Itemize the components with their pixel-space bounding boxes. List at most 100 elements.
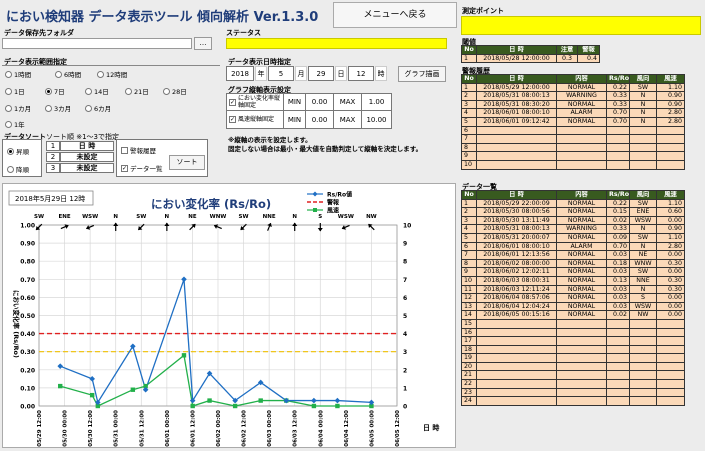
table-cell: 2018/05/31 08:30:20 — [476, 99, 557, 110]
browse-button[interactable]: … — [194, 37, 212, 50]
table-row[interactable]: 5 2018/05/31 20:00:07 NORMAL 0.09 SW 1.10 — [461, 232, 685, 243]
table-cell — [556, 318, 607, 329]
table-row[interactable]: 1 2018/05/29 12:00:00 NORMAL 0.22 SW 1.10 — [461, 82, 685, 93]
table-cell: 24 — [461, 396, 477, 406]
range-option-11[interactable]: 1年 — [5, 119, 25, 129]
table-row[interactable]: 3 2018/05/30 13:11:49 NORMAL 0.02 WSW 0.00 — [461, 215, 685, 226]
table-row[interactable]: 9 2018/06/02 12:02:11 NORMAL 0.03 SW 0.00 — [461, 267, 685, 277]
table-cell: 0.4 — [577, 53, 600, 64]
wind-point — [207, 398, 212, 403]
range-option-0[interactable]: 1時間 — [5, 69, 31, 79]
check-odor-axis-fixed[interactable]: ✓ におい変化率縦軸固定 — [227, 94, 283, 110]
table-row[interactable]: 19 — [461, 353, 685, 363]
table-row[interactable]: 6 2018/06/01 08:00:10 ALARM 0.70 N 2.80 — [461, 241, 685, 252]
sort-key-1[interactable]: 日 時 — [60, 141, 114, 151]
range-option-9[interactable]: 3カ月 — [45, 103, 71, 113]
table-row[interactable]: 1 2018/05/29 22:00:09 NORMAL 0.22 SW 1.10 — [461, 198, 685, 209]
table-row[interactable]: 21 — [461, 370, 685, 381]
table-row[interactable]: 17 — [461, 336, 685, 346]
wind-min-field[interactable]: 0.00 — [305, 111, 333, 128]
day-field[interactable]: 29 — [308, 66, 334, 81]
wind-max-field[interactable]: 10.00 — [361, 111, 391, 128]
table-row[interactable]: 9 — [461, 151, 685, 161]
table-cell: 2018/05/31 08:00:13 — [476, 224, 557, 234]
sort-target-box: 警報履歴 ✓ データ一覧 ソート — [116, 139, 208, 177]
table-row[interactable]: 10 — [461, 159, 685, 170]
table-cell: 7 — [461, 134, 477, 144]
range-option-8[interactable]: 1カ月 — [5, 103, 31, 113]
check-data-list[interactable]: ✓ データ一覧 — [121, 163, 163, 173]
range-option-4[interactable]: 7日 — [45, 86, 65, 96]
check-alarm-history[interactable]: 警報履歴 — [121, 145, 156, 155]
y-tick-label: 0.50 — [20, 313, 35, 320]
column-header: No — [461, 74, 477, 84]
range-option-6[interactable]: 21日 — [125, 86, 149, 96]
year-field[interactable]: 2018 — [226, 66, 254, 81]
range-option-10[interactable]: 6カ月 — [85, 103, 111, 113]
folder-path-input[interactable] — [2, 38, 192, 49]
range-option-2[interactable]: 12時間 — [97, 69, 127, 79]
table-cell: 19 — [461, 353, 477, 363]
sort-key-2[interactable]: 未設定 — [60, 152, 114, 162]
table-row[interactable]: 18 — [461, 344, 685, 355]
hour-field[interactable]: 12 — [348, 66, 374, 81]
table-row[interactable]: 6 — [461, 125, 685, 136]
y2-tick-label: 2 — [403, 367, 407, 374]
rsro-point — [334, 397, 341, 404]
table-cell — [656, 134, 685, 144]
rsro-point — [311, 397, 317, 404]
table-row[interactable]: 14 2018/06/05 00:15:16 NORMAL 0.02 NW 0.00 — [461, 310, 685, 320]
month-field[interactable]: 5 — [268, 66, 294, 81]
radio-icon — [5, 104, 12, 112]
table-row[interactable]: 4 2018/05/31 08:00:13 WARNING 0.33 N 0.90 — [461, 224, 685, 234]
sort-button[interactable]: ソート — [169, 155, 205, 170]
table-row[interactable]: 3 2018/05/31 08:30:20 NORMAL 0.33 N 0.90 — [461, 99, 685, 110]
table-cell — [629, 370, 657, 381]
table-cell: 0.03 — [606, 250, 630, 260]
table-row[interactable]: 12 2018/06/04 08:57:06 NORMAL 0.03 S 0.00 — [461, 293, 685, 303]
wind-dir-label: SW — [34, 214, 44, 220]
table-row[interactable]: 13 2018/06/04 12:04:24 NORMAL 0.03 WSW 0.00 — [461, 301, 685, 312]
check-wind-axis-fixed[interactable]: ✓ 風速縦軸固定 — [227, 111, 283, 128]
odor-min-field[interactable]: 0.00 — [305, 94, 333, 110]
table-row[interactable]: 8 2018/06/02 08:00:00 NORMAL 0.18 WNW 0.30 — [461, 258, 685, 269]
menu-return-button[interactable]: メニューへ戻る — [333, 2, 457, 28]
table-row[interactable]: 20 — [461, 361, 685, 372]
table-row[interactable]: 15 — [461, 318, 685, 329]
table-row[interactable]: 11 2018/06/03 12:11:24 NORMAL 0.03 N 0.30 — [461, 284, 685, 295]
range-option-5[interactable]: 14日 — [85, 86, 109, 96]
table-row[interactable]: 7 — [461, 134, 685, 144]
table-row[interactable]: 10 2018/06/03 08:00:31 NORMAL 0.13 NNE 0.30 — [461, 275, 685, 286]
table-row[interactable]: 7 2018/06/01 12:13:56 NORMAL 0.03 NE 0.00 — [461, 250, 685, 260]
table-cell: 6 — [461, 125, 477, 136]
table-cell: S — [629, 293, 657, 303]
sort-key-3[interactable]: 未設定 — [60, 163, 114, 173]
table-row[interactable]: 8 — [461, 142, 685, 153]
table-row[interactable]: 22 — [461, 379, 685, 389]
radio-descending[interactable]: 降順 — [7, 164, 29, 174]
column-header: Rs/Ro — [606, 190, 630, 200]
table-cell: 0.30 — [656, 258, 685, 269]
table-cell — [656, 344, 685, 355]
table-row[interactable]: 24 — [461, 396, 685, 406]
table-cell — [656, 396, 685, 406]
radio-ascending[interactable]: 昇順 — [7, 146, 29, 156]
table-cell — [556, 151, 607, 161]
table-row[interactable]: 2 2018/05/30 08:00:56 NORMAL 0.15 ENE 0.60 — [461, 207, 685, 217]
table-cell: N — [629, 241, 657, 252]
range-option-3[interactable]: 1日 — [5, 86, 25, 96]
column-header: 風速 — [656, 74, 685, 84]
range-option-1[interactable]: 6時間 — [55, 69, 81, 79]
draw-graph-button[interactable]: グラフ描画 — [398, 66, 446, 82]
table-row[interactable]: 2 2018/05/31 08:00:13 WARNING 0.33 N 0.90 — [461, 91, 685, 101]
table-row[interactable]: 16 — [461, 327, 685, 338]
table-row[interactable]: 1 2018/05/28 12:00:00 0.3 0.4 — [461, 53, 600, 64]
table-cell — [629, 336, 657, 346]
odor-max-field[interactable]: 1.00 — [361, 94, 391, 110]
table-row[interactable]: 5 2018/06/01 09:12:42 NORMAL 0.70 N 2.80 — [461, 116, 685, 127]
table-cell: 2018/06/03 12:11:24 — [476, 284, 557, 295]
range-option-7[interactable]: 28日 — [163, 86, 187, 96]
wind-arrow-icon — [317, 223, 323, 232]
table-row[interactable]: 23 — [461, 387, 685, 398]
table-row[interactable]: 4 2018/06/01 08:00:10 ALARM 0.70 N 2.80 — [461, 108, 685, 118]
